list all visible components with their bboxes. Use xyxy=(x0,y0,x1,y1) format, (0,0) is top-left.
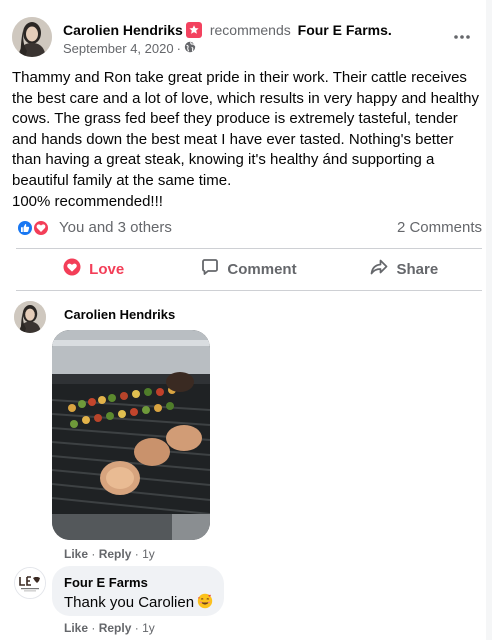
post-body-line: and hands down the best meat I have ever… xyxy=(12,130,454,148)
comment-text-content: Thank you Carolien xyxy=(64,594,195,611)
share-label: Share xyxy=(396,260,439,278)
comment-label: Comment xyxy=(227,260,297,278)
post-body-line: the best care and a lot of love, which r… xyxy=(12,89,479,107)
recommended-page-link[interactable]: Four E Farms. xyxy=(298,22,392,38)
meta-separator: · xyxy=(176,41,181,56)
reactions-summary: You and 3 others 2 Comments xyxy=(16,217,482,239)
comment-count[interactable]: 2 Comments xyxy=(397,219,482,236)
comment-reply-link[interactable]: Reply xyxy=(99,621,132,635)
divider xyxy=(16,290,482,291)
comment-like-link[interactable]: Like xyxy=(64,547,88,561)
post-body-line: than having a great steak, knowing it's … xyxy=(12,151,435,169)
comment-time[interactable]: 1y xyxy=(142,621,155,635)
comment-button[interactable]: Comment xyxy=(171,250,326,288)
share-button[interactable]: Share xyxy=(327,250,482,288)
love-button[interactable]: Love xyxy=(16,250,171,288)
post-actions: Love Comment Share xyxy=(16,250,482,288)
scrollbar-track[interactable] xyxy=(486,0,492,640)
comment-author-name[interactable]: Four E Farms xyxy=(64,575,148,590)
page-avatar[interactable] xyxy=(14,567,46,599)
comment-meta-separator: · xyxy=(134,547,139,561)
love-icon xyxy=(63,258,81,280)
globe-icon xyxy=(184,41,196,56)
comment-bubble: Four E Farms Thank you Carolien xyxy=(52,566,224,616)
share-icon xyxy=(370,258,388,280)
commenter-avatar[interactable] xyxy=(14,301,46,333)
post-body: Thammy and Ron take great pride in their… xyxy=(12,68,488,212)
smiling-face-with-hearts-emoji xyxy=(197,593,213,609)
love-label: Love xyxy=(89,260,125,278)
comment-time[interactable]: 1y xyxy=(142,547,155,561)
comment-icon xyxy=(201,258,219,280)
comment-meta-separator: · xyxy=(91,621,96,635)
divider xyxy=(16,248,482,249)
reaction-count[interactable]: You and 3 others xyxy=(59,219,172,236)
post-date[interactable]: September 4, 2020 xyxy=(63,41,174,56)
comment-author-name[interactable]: Carolien Hendriks xyxy=(64,307,175,322)
post-body-line: beautiful family at the same time. xyxy=(12,171,232,189)
comment-meta-separator: · xyxy=(134,621,139,635)
comment-meta-separator: · xyxy=(91,547,96,561)
post-body-line: 100% recommended!!! xyxy=(12,192,163,210)
post-body-line: cows. The grass fed beef they produce is… xyxy=(12,110,458,128)
love-reaction-icon xyxy=(32,219,50,237)
author-avatar[interactable] xyxy=(12,17,52,57)
post-body-line: Thammy and Ron take great pride in their… xyxy=(12,69,467,86)
post-header-text: Carolien Hendriks recommends Four E Farms… xyxy=(63,21,392,39)
post-header: Carolien Hendriks recommends Four E Farms… xyxy=(12,17,482,61)
grill-photo[interactable] xyxy=(52,330,210,540)
comment-actions: Like · Reply · 1y xyxy=(64,621,155,635)
comment-like-link[interactable]: Like xyxy=(64,621,88,635)
recommends-label: recommends xyxy=(209,22,291,38)
comment-actions: Like · Reply · 1y xyxy=(64,547,155,561)
more-options-icon[interactable] xyxy=(450,25,474,49)
post-author-name[interactable]: Carolien Hendriks xyxy=(63,22,183,38)
comment-reply-link[interactable]: Reply xyxy=(99,547,132,561)
post-meta: September 4, 2020 · xyxy=(63,41,196,56)
like-reaction-icon xyxy=(16,219,34,237)
reaction-icons[interactable] xyxy=(16,219,52,237)
comment-text: Thank you Carolien xyxy=(64,593,213,611)
recommend-badge-icon xyxy=(185,22,202,38)
